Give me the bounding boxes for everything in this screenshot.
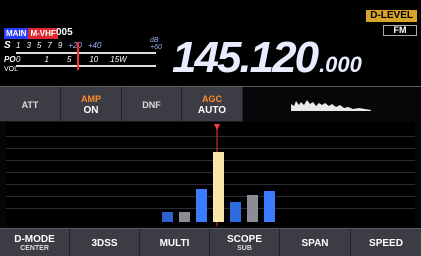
signal-bar: [179, 212, 190, 222]
vol-label: VOL: [4, 66, 19, 73]
grid-line: [6, 208, 415, 209]
s-tick-5: 5: [36, 41, 42, 50]
agc-button[interactable]: AGC AUTO: [182, 87, 243, 123]
signal-bar: [264, 191, 275, 222]
po-tick-10: 10: [89, 55, 99, 64]
scope-button[interactable]: SCOPE SUB: [210, 229, 280, 256]
s-scale-row: S 1 3 5 7 9 +20 +40: [4, 40, 107, 51]
grid-line: [6, 148, 415, 149]
s-meter-track: [16, 52, 156, 54]
grid-line: [6, 184, 415, 185]
po-tick-5: 5: [66, 55, 72, 64]
db-plus60: +60: [150, 44, 162, 51]
meter-needle: [77, 42, 79, 70]
s-label: S: [4, 40, 11, 51]
po-label: PO: [4, 55, 16, 64]
scope-label: SCOPE: [226, 233, 262, 245]
grid-line: [6, 196, 415, 197]
multi-label: MULTI: [159, 237, 190, 249]
frequency-main: 145.120: [172, 33, 319, 82]
po-tick-15w: 15W: [110, 55, 127, 64]
signal-bar: [213, 152, 224, 222]
radio-display: MAIN M-VHF 005 S 1 3 5 7 9 +20 +40 dB +6…: [0, 0, 421, 256]
multi-button[interactable]: MULTI: [140, 229, 210, 256]
memory-channel: 005: [56, 27, 73, 38]
spectrum-scope[interactable]: [6, 122, 415, 226]
s-tick-3: 3: [26, 41, 31, 50]
3dss-button[interactable]: 3DSS: [70, 229, 140, 256]
agc-caption: AGC: [202, 94, 222, 104]
d-mode-button[interactable]: D-MODE CENTER: [0, 229, 70, 256]
frequency-display[interactable]: 145.120 .000: [172, 36, 362, 80]
mode-indicator[interactable]: FM: [383, 25, 417, 36]
att-caption: ATT: [21, 100, 39, 110]
soft-key-bar: D-MODE CENTER 3DSS MULTI SCOPE SUB SPAN …: [0, 228, 421, 256]
db-unit: dB: [150, 37, 159, 44]
band-tag-label: M-VHF: [28, 28, 58, 39]
s-tick-7: 7: [47, 41, 52, 50]
frequency-fraction: .000: [319, 52, 362, 77]
grid-line: [6, 136, 415, 137]
db-scale-label: dB +60: [150, 37, 162, 51]
po-scale-row: PO 0 1 5 10 15W: [4, 55, 133, 64]
span-button[interactable]: SPAN: [280, 229, 351, 256]
s-tick-1: 1: [16, 41, 21, 50]
dnf-caption: DNF: [142, 100, 161, 110]
amp-caption: AMP: [81, 94, 101, 104]
d-mode-label: D-MODE: [14, 233, 55, 245]
po-tick-1: 1: [44, 55, 49, 64]
s-tick-plus40: +40: [87, 41, 102, 50]
vol-row: VOL: [4, 66, 18, 73]
s-meter: S 1 3 5 7 9 +20 +40 dB +60 PO 0 1 5 10 1…: [4, 37, 169, 80]
d-mode-sub: CENTER: [20, 244, 49, 252]
signal-bar: [247, 195, 258, 222]
3dss-label: 3DSS: [91, 237, 118, 249]
d-level-indicator[interactable]: D-LEVEL: [366, 10, 417, 22]
mini-scope-trace: [291, 100, 371, 111]
band-tag: MAIN M-VHF: [4, 28, 58, 39]
po-tick-0: 0: [16, 55, 21, 64]
span-label: SPAN: [301, 237, 329, 249]
po-meter-track: [16, 65, 156, 67]
status-header: MAIN M-VHF 005 S 1 3 5 7 9 +20 +40 dB +6…: [0, 0, 421, 86]
signal-bar: [196, 189, 207, 222]
att-button[interactable]: ATT: [0, 87, 61, 123]
center-marker-icon: [214, 124, 220, 130]
scope-sub: SUB: [237, 244, 252, 252]
function-bar: ATT AMP ON DNF AGC AUTO: [0, 86, 421, 123]
main-tag: MAIN: [4, 28, 29, 39]
amp-button[interactable]: AMP ON: [61, 87, 122, 123]
agc-value: AUTO: [197, 105, 227, 116]
grid-line: [6, 160, 415, 161]
speed-label: SPEED: [369, 237, 403, 249]
grid-line: [6, 172, 415, 173]
amp-value: ON: [83, 105, 99, 116]
s-tick-9: 9: [57, 41, 63, 50]
s-tick-plus20: +20: [68, 41, 82, 50]
signal-bar: [162, 212, 173, 222]
dnf-button[interactable]: DNF: [122, 87, 182, 123]
speed-button[interactable]: SPEED: [351, 229, 421, 256]
mini-scope[interactable]: [243, 87, 421, 123]
signal-bar: [230, 202, 241, 222]
